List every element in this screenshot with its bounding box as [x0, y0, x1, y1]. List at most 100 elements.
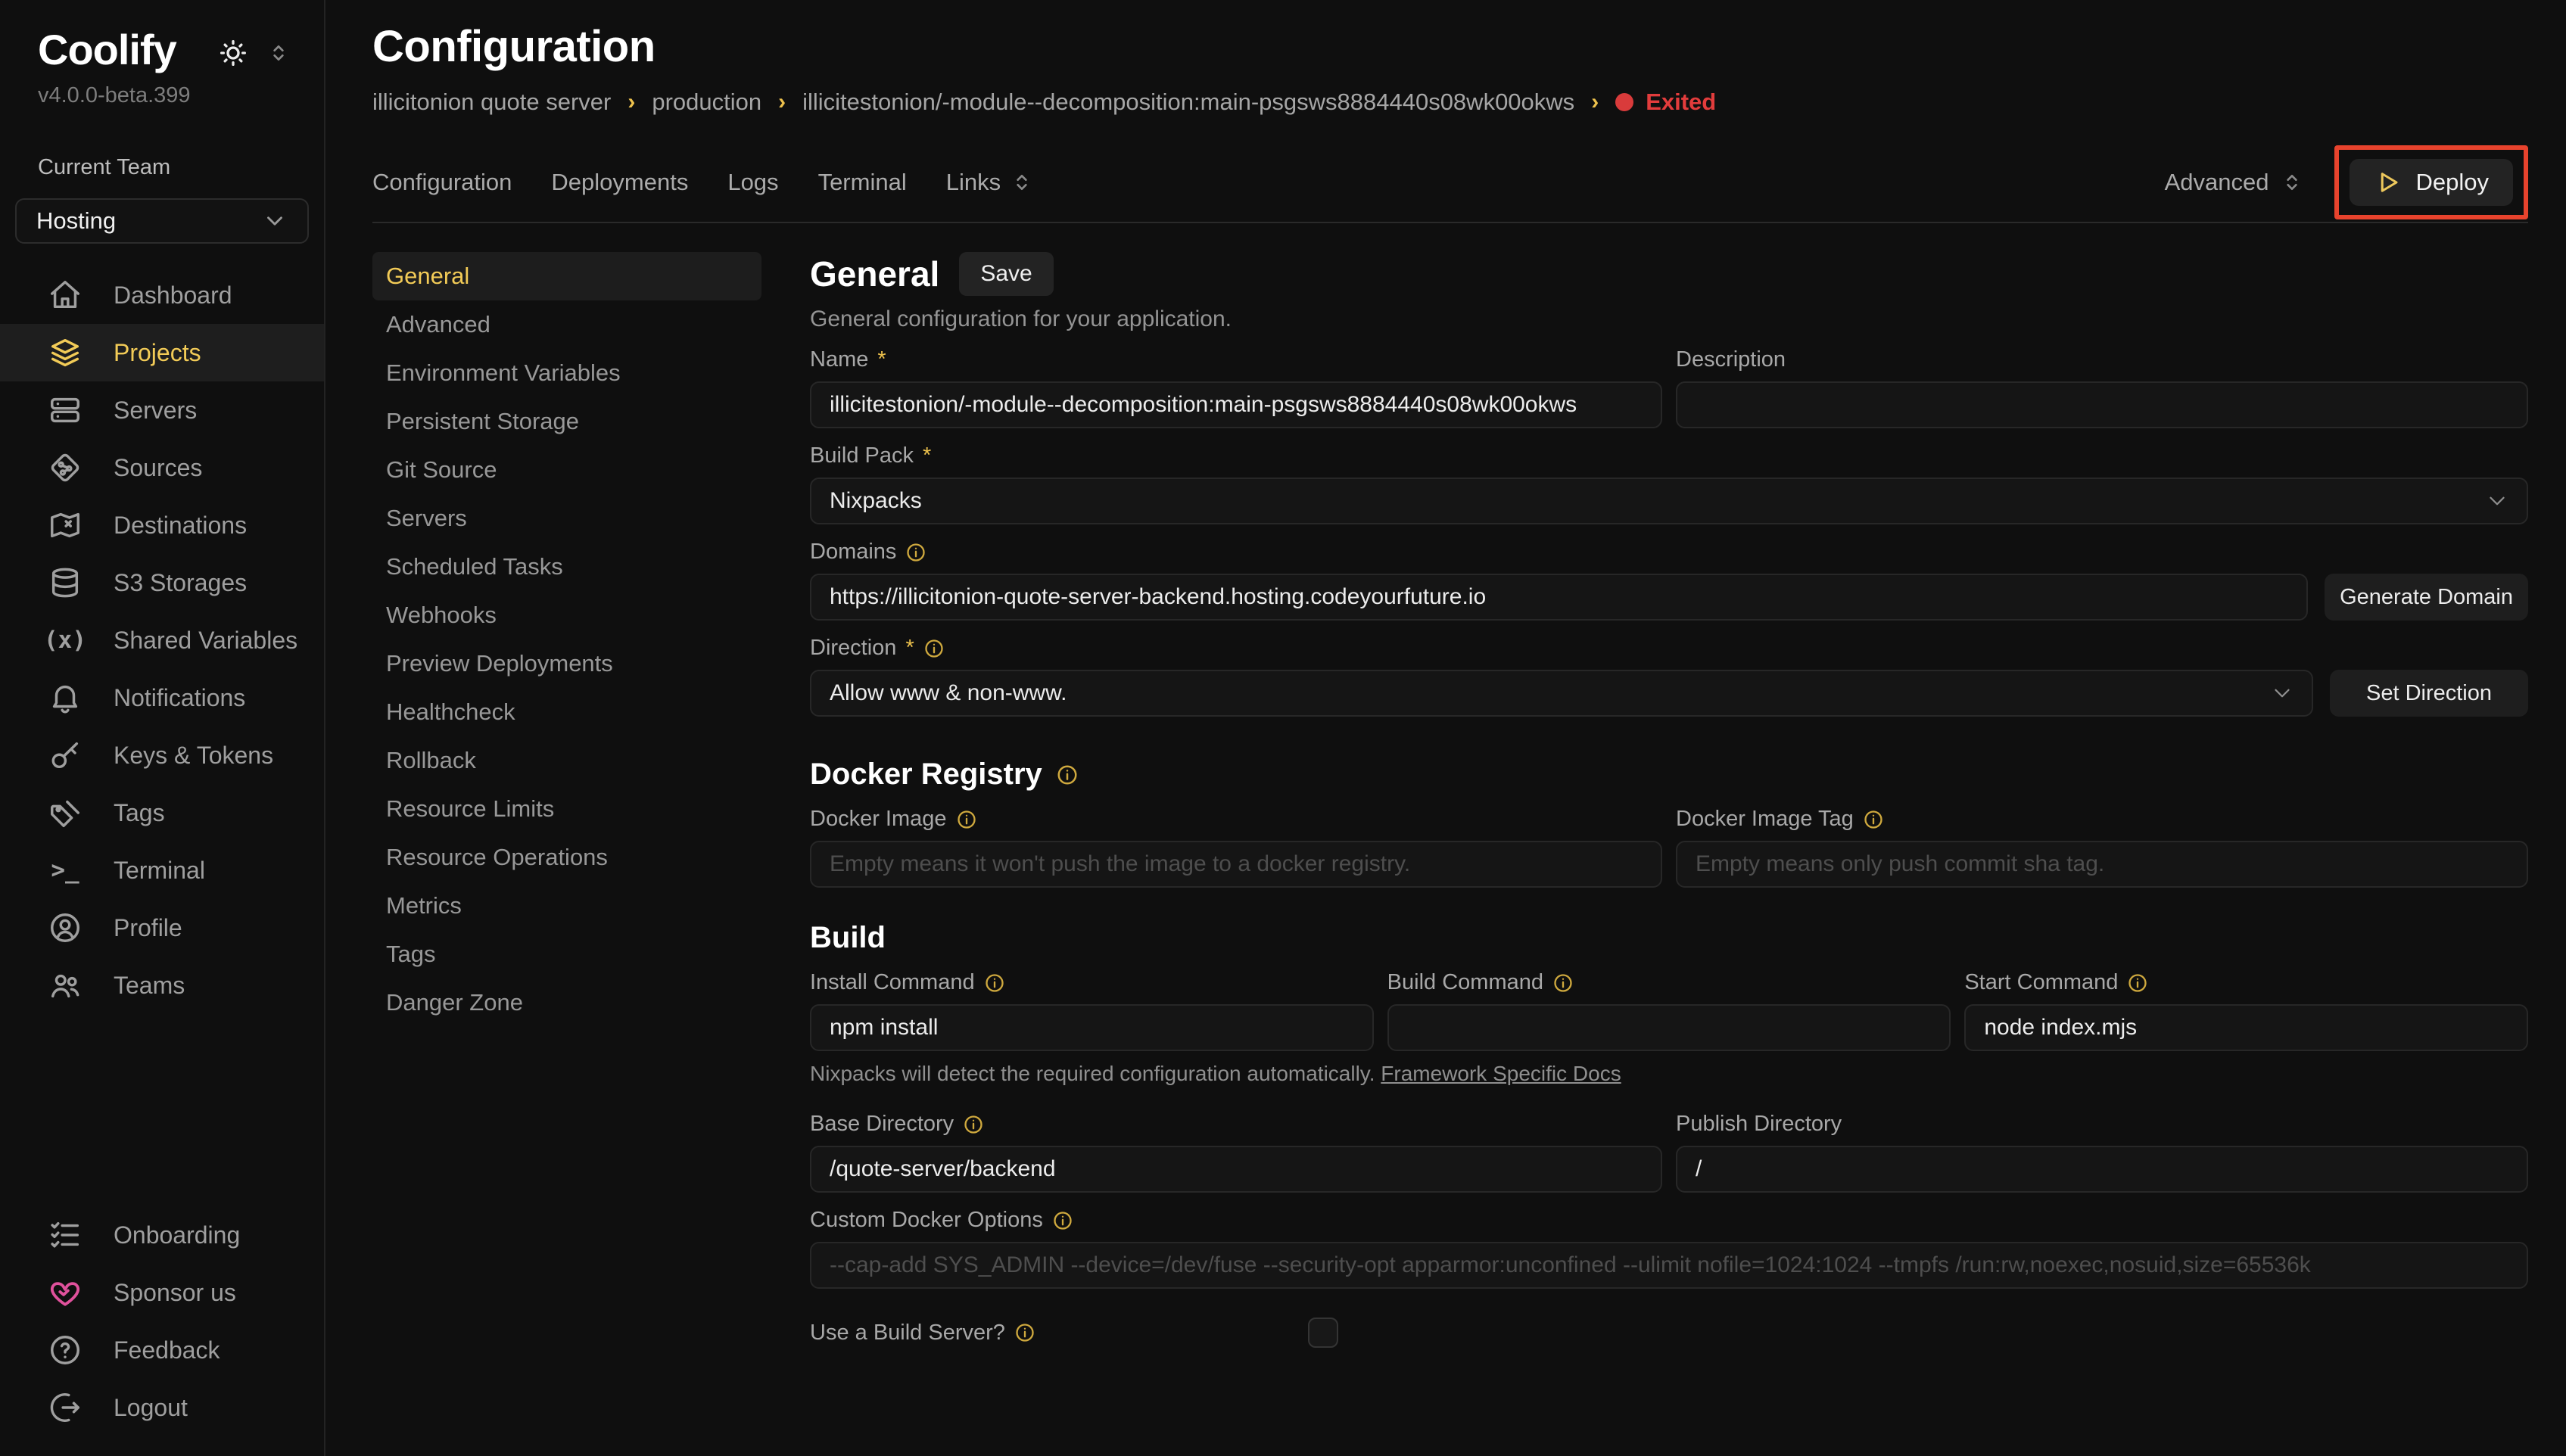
sidebar-item-tags[interactable]: Tags	[0, 784, 324, 842]
tab-label: Deployments	[551, 169, 688, 196]
chevron-down-icon	[2269, 680, 2295, 706]
breadcrumb-application[interactable]: illicitestonion/-module--decomposition:m…	[802, 89, 1574, 116]
info-icon[interactable]	[905, 542, 926, 563]
description-label: Description	[1676, 347, 2528, 372]
sidebar-item-profile[interactable]: Profile	[0, 899, 324, 957]
base-directory-input[interactable]	[810, 1146, 1662, 1193]
config-menu-item-danger-zone[interactable]: Danger Zone	[372, 978, 761, 1027]
name-input[interactable]	[810, 381, 1662, 428]
user-circle-icon	[47, 910, 83, 946]
breadcrumb-environment[interactable]: production	[652, 89, 761, 116]
info-icon[interactable]	[923, 638, 945, 659]
config-menu-item-persistent-storage[interactable]: Persistent Storage	[372, 397, 761, 446]
save-button[interactable]: Save	[959, 252, 1053, 296]
required-marker: *	[905, 636, 914, 661]
breadcrumb-project[interactable]: illicitonion quote server	[372, 89, 611, 116]
config-item-label: Webhooks	[386, 602, 497, 629]
sidebar-item-logout[interactable]: Logout	[0, 1379, 324, 1436]
info-icon[interactable]	[984, 972, 1005, 994]
info-icon[interactable]	[1014, 1322, 1035, 1343]
framework-docs-link[interactable]: Framework Specific Docs	[1381, 1062, 1621, 1085]
current-team-label: Current Team	[38, 155, 286, 180]
generate-domain-button[interactable]: Generate Domain	[2325, 574, 2528, 621]
docker-image-input[interactable]	[810, 841, 1662, 888]
sidebar-item-dashboard[interactable]: Dashboard	[0, 266, 324, 324]
install-command-input[interactable]	[810, 1004, 1374, 1051]
tab-configuration[interactable]: Configuration	[372, 169, 512, 196]
config-menu-item-preview-deployments[interactable]: Preview Deployments	[372, 639, 761, 688]
publish-directory-field-group: Publish Directory	[1676, 1112, 2528, 1193]
config-menu-item-healthcheck[interactable]: Healthcheck	[372, 688, 761, 736]
config-menu-item-advanced[interactable]: Advanced	[372, 300, 761, 349]
advanced-selector[interactable]: Advanced	[2165, 169, 2304, 196]
sidebar-item-sponsor[interactable]: Sponsor us	[0, 1264, 324, 1321]
deploy-button[interactable]: Deploy	[2350, 159, 2514, 206]
description-input[interactable]	[1676, 381, 2528, 428]
logo-block: Coolify v4.0.0-beta.399	[38, 26, 191, 108]
sidebar-item-feedback[interactable]: Feedback	[0, 1321, 324, 1379]
help-circle-icon	[47, 1332, 83, 1368]
sun-icon[interactable]	[218, 38, 248, 68]
tab-terminal[interactable]: Terminal	[818, 169, 907, 196]
tab-label: Logs	[727, 169, 778, 196]
config-menu-item-environment-variables[interactable]: Environment Variables	[372, 349, 761, 397]
config-menu-item-resource-limits[interactable]: Resource Limits	[372, 785, 761, 833]
sidebar-item-destinations[interactable]: Destinations	[0, 496, 324, 554]
tab-links[interactable]: Links	[946, 169, 1034, 196]
sidebar-item-notifications[interactable]: Notifications	[0, 669, 324, 726]
info-icon[interactable]	[2127, 972, 2148, 994]
info-icon[interactable]	[1056, 764, 1079, 786]
config-menu-item-tags[interactable]: Tags	[372, 930, 761, 978]
sidebar-item-projects[interactable]: Projects	[0, 324, 324, 381]
config-menu-item-general[interactable]: General	[372, 252, 761, 300]
sidebar-item-onboarding[interactable]: Onboarding	[0, 1206, 324, 1264]
build-command-input[interactable]	[1387, 1004, 1951, 1051]
sidebar-item-shared-variables[interactable]: (x) Shared Variables	[0, 611, 324, 669]
label-text: Description	[1676, 347, 1786, 372]
build-command-field-group: Build Command	[1387, 970, 1951, 1051]
tab-deployments[interactable]: Deployments	[551, 169, 688, 196]
use-build-server-checkbox[interactable]	[1308, 1318, 1338, 1348]
custom-docker-options-input[interactable]	[810, 1242, 2528, 1289]
info-icon[interactable]	[1863, 809, 1884, 830]
docker-image-tag-input[interactable]	[1676, 841, 2528, 888]
sidebar-item-teams[interactable]: Teams	[0, 957, 324, 1014]
heart-hands-icon	[47, 1274, 83, 1311]
publish-directory-input[interactable]	[1676, 1146, 2528, 1193]
build-pack-select[interactable]: Nixpacks	[810, 478, 2528, 524]
info-icon[interactable]	[963, 1114, 984, 1135]
config-menu-item-scheduled-tasks[interactable]: Scheduled Tasks	[372, 543, 761, 591]
config-menu-item-resource-operations[interactable]: Resource Operations	[372, 833, 761, 882]
tab-logs[interactable]: Logs	[727, 169, 778, 196]
sidebar-item-s3-storages[interactable]: S3 Storages	[0, 554, 324, 611]
sidebar-item-servers[interactable]: Servers	[0, 381, 324, 439]
config-item-label: Healthcheck	[386, 698, 515, 726]
install-command-label: Install Command	[810, 970, 1374, 995]
config-item-label: Advanced	[386, 311, 490, 338]
sidebar-item-keys-tokens[interactable]: Keys & Tokens	[0, 726, 324, 784]
sidebar-item-terminal[interactable]: >_ Terminal	[0, 842, 324, 899]
team-select[interactable]: Hosting	[15, 198, 309, 244]
config-menu-item-servers[interactable]: Servers	[372, 494, 761, 543]
status-dot-icon	[1615, 93, 1633, 111]
info-icon[interactable]	[1552, 972, 1574, 994]
general-heading: General	[810, 254, 939, 294]
config-menu-item-rollback[interactable]: Rollback	[372, 736, 761, 785]
chevron-down-icon	[262, 208, 288, 234]
breadcrumb-separator: ›	[778, 89, 786, 115]
config-menu-item-git-source[interactable]: Git Source	[372, 446, 761, 494]
config-item-label: Metrics	[386, 892, 462, 919]
config-menu-item-metrics[interactable]: Metrics	[372, 882, 761, 930]
users-icon	[47, 967, 83, 1003]
set-direction-button[interactable]: Set Direction	[2330, 670, 2528, 717]
theme-selector-icon[interactable]	[266, 41, 291, 65]
direction-select[interactable]: Allow www & non-www.	[810, 670, 2313, 717]
sidebar-item-sources[interactable]: Sources	[0, 439, 324, 496]
app-logo[interactable]: Coolify	[38, 26, 191, 74]
config-menu-item-webhooks[interactable]: Webhooks	[372, 591, 761, 639]
info-icon[interactable]	[1052, 1210, 1073, 1231]
start-command-input[interactable]	[1964, 1004, 2528, 1051]
info-icon[interactable]	[956, 809, 977, 830]
domains-input[interactable]	[810, 574, 2308, 621]
sidebar-item-label: Notifications	[114, 684, 245, 712]
